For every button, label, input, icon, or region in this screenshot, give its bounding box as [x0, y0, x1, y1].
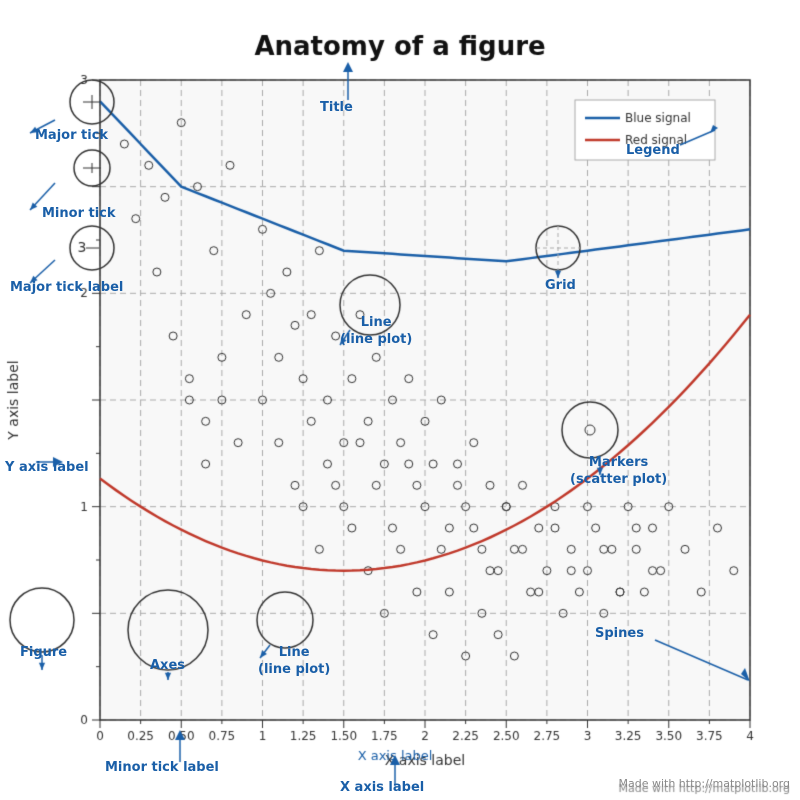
- main-container: Title Major tick Minor tick Major tick l…: [0, 0, 800, 800]
- watermark: Made with http://matplotlib.org: [619, 777, 791, 790]
